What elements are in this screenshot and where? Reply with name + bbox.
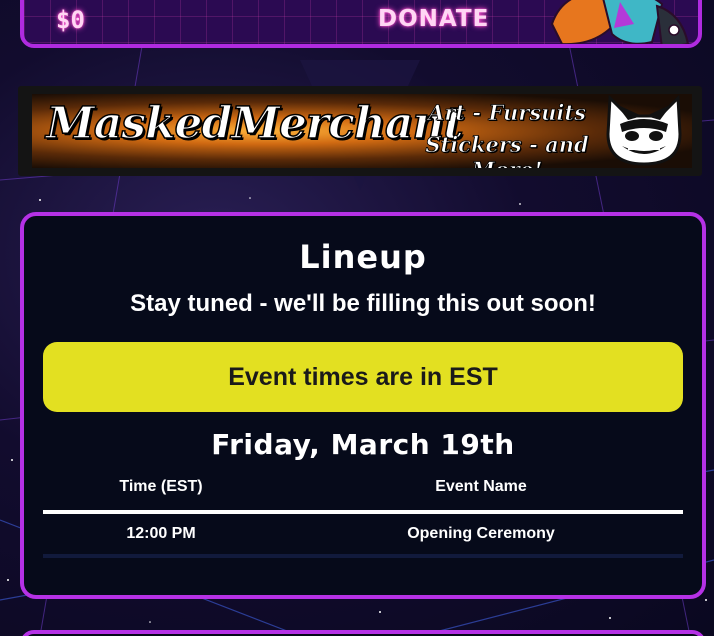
event-name: Opening Ceremony (279, 512, 683, 558)
schedule-table: Time (EST) Event Name 12:00 PM Opening C… (43, 478, 683, 558)
lineup-section: Lineup Stay tuned - we'll be filling thi… (20, 212, 706, 599)
donation-panel: $0 DONATE (20, 0, 702, 48)
sponsor-tagline-2: Stickers - and More! (425, 132, 589, 168)
lineup-subtitle: Stay tuned - we'll be filling this out s… (130, 290, 596, 317)
column-header-time: Time (EST) (43, 478, 279, 514)
lineup-title: Lineup (299, 238, 427, 276)
donation-amount: $0 (56, 6, 85, 34)
donate-button[interactable]: DONATE (378, 6, 489, 32)
sponsor-banner-image: MaskedMerchant Art - Fursuits Stickers -… (32, 94, 692, 168)
next-section-card (20, 630, 706, 636)
sponsor-name: MaskedMerchant (45, 97, 464, 150)
column-header-event: Event Name (279, 478, 683, 514)
schedule-header-row: Time (EST) Event Name (43, 478, 683, 514)
timezone-notice: Event times are in EST (43, 342, 683, 412)
sponsor-banner[interactable]: MaskedMerchant Art - Fursuits Stickers -… (18, 86, 702, 176)
mascot-illustration (550, 0, 690, 44)
event-time: 12:00 PM (43, 512, 279, 558)
table-row: 12:00 PM Opening Ceremony (43, 512, 683, 558)
day-heading: Friday, March 19th (211, 428, 515, 461)
merchant-logo-face (606, 94, 682, 166)
sponsor-tagline-1: Art - Fursuits (428, 100, 587, 126)
